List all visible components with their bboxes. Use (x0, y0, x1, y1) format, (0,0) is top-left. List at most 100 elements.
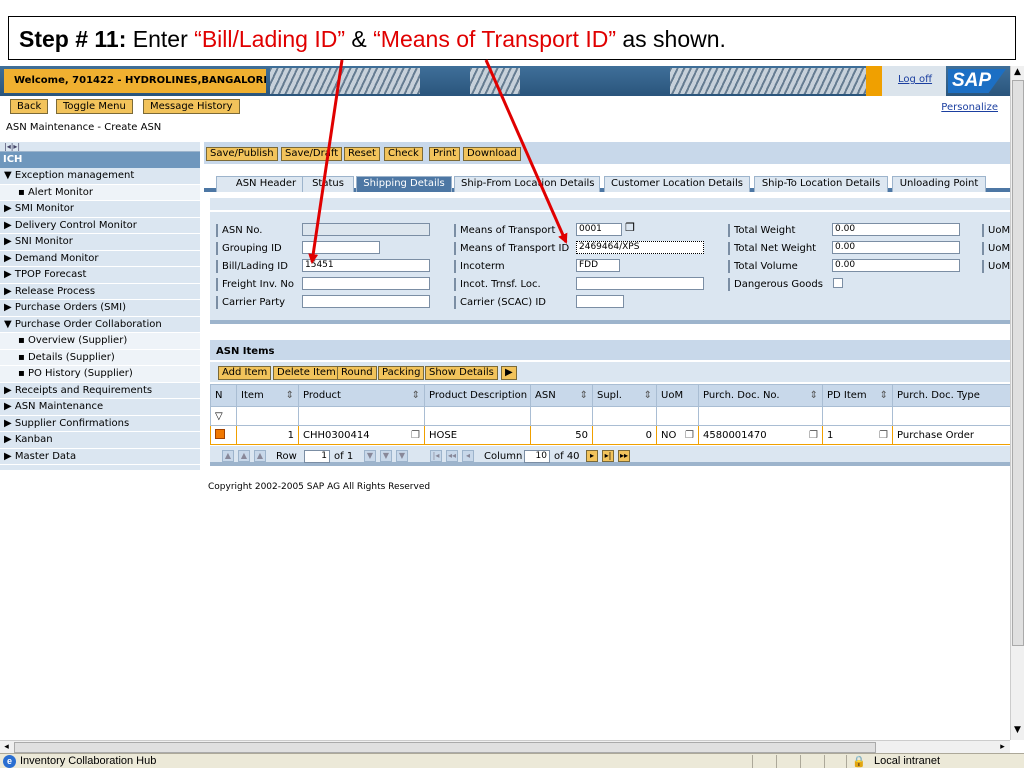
print-button[interactable]: Print (429, 147, 461, 161)
message-history-button[interactable]: Message History (143, 99, 240, 114)
cell-purch-doc-no[interactable]: 4580001470 ❐ (698, 425, 823, 445)
cell-uom[interactable]: NO ❐ (656, 425, 699, 445)
nav-item[interactable]: ▶ ASN Maintenance (0, 399, 200, 416)
personalize-link[interactable]: Personalize (941, 102, 998, 113)
sort-icon[interactable]: ⇕ (286, 390, 294, 401)
col-header-supl[interactable]: Supl. ⇕ (592, 384, 657, 407)
nav-item[interactable]: ▶ Demand Monitor (0, 251, 200, 267)
next-column-page-icon[interactable]: ▸| (602, 450, 614, 462)
prev-row-icon[interactable]: ▲ (254, 450, 266, 462)
tab-asn-header[interactable]: ASN Header (216, 176, 316, 192)
save-draft-button[interactable]: Save/Draft (281, 147, 343, 161)
total-volume-field[interactable]: 0.00 (832, 259, 960, 272)
sort-icon[interactable]: ⇕ (880, 390, 888, 401)
reset-button[interactable]: Reset (344, 147, 380, 161)
next-column-icon[interactable]: ▸ (586, 450, 598, 462)
filter-cell[interactable] (892, 406, 1011, 426)
means-of-transport-field[interactable]: 0001 (576, 223, 622, 236)
delete-item-button[interactable]: Delete Item (273, 366, 340, 380)
value-help-icon[interactable]: ❐ (809, 430, 818, 441)
nav-item[interactable]: ▪ Details (Supplier) (0, 349, 200, 366)
col-header-product[interactable]: Product ⇕ (298, 384, 425, 407)
table-row[interactable]: 1 CHH0300414 ❐ HOSE 50 0 NO ❐ 4580001470 ❐ … (210, 425, 1011, 445)
row-selector[interactable] (210, 425, 237, 445)
filter-cell[interactable] (424, 406, 531, 426)
scroll-thumb[interactable] (1012, 80, 1024, 646)
scroll-up-icon[interactable]: ▲ (1011, 66, 1024, 79)
bill-lading-id-field[interactable]: 15451 (302, 259, 430, 272)
filter-cell[interactable] (530, 406, 593, 426)
cell-asn-qty[interactable]: 50 (530, 425, 593, 445)
save-publish-button[interactable]: Save/Publish (206, 147, 278, 161)
filter-cell[interactable] (592, 406, 657, 426)
tab-status[interactable]: Status (302, 176, 354, 192)
cell-pd-item[interactable]: 1 ❐ (822, 425, 893, 445)
nav-item[interactable]: ▶ TPOP Forecast (0, 267, 200, 284)
tab-unloading-point[interactable]: Unloading Point (892, 176, 986, 192)
vertical-scrollbar[interactable]: ▲ ▼ (1010, 66, 1024, 740)
packing-button[interactable]: Packing (378, 366, 425, 380)
nav-item[interactable]: ▶ Purchase Orders (SMI) (0, 300, 200, 317)
means-of-transport-id-field[interactable]: 2469464/XPS (576, 241, 704, 254)
nav-item[interactable]: ▶ Receipts and Requirements (0, 383, 200, 399)
next-row-icon[interactable]: ▼ (364, 450, 376, 462)
value-help-icon[interactable]: ❐ (685, 430, 694, 441)
filter-cell[interactable] (822, 406, 893, 426)
carrier-party-field[interactable] (302, 295, 430, 308)
column-input[interactable]: 10 (524, 450, 550, 463)
next-page-icon[interactable]: ▼ (380, 450, 392, 462)
nav-item[interactable]: ▼ Exception management (0, 168, 200, 185)
last-row-icon[interactable]: ▼ (396, 450, 408, 462)
show-details-button[interactable]: Show Details (425, 366, 498, 380)
col-header-purch-doc-no[interactable]: Purch. Doc. No. ⇕ (698, 384, 823, 407)
col-header-item[interactable]: Item ⇕ (236, 384, 299, 407)
filter-cell[interactable] (298, 406, 425, 426)
col-header-pd-item[interactable]: PD Item ⇕ (822, 384, 893, 407)
value-help-icon[interactable]: ❐ (624, 222, 636, 235)
filter-icon[interactable]: ▽ (210, 406, 237, 426)
row-input[interactable]: 1 (304, 450, 330, 463)
logoff-link[interactable]: Log off (898, 74, 932, 85)
value-help-icon[interactable]: ❐ (411, 430, 420, 441)
col-header-asn[interactable]: ASN ⇕ (530, 384, 593, 407)
nav-item[interactable]: ▶ SMI Monitor (0, 201, 200, 218)
freight-inv-no-field[interactable] (302, 277, 430, 290)
first-row-icon[interactable]: ▲ (222, 450, 234, 462)
nav-item[interactable]: ▶ Kanban (0, 432, 200, 449)
nav-item[interactable]: ▶ SNI Monitor (0, 234, 200, 251)
back-button[interactable]: Back (10, 99, 49, 114)
nav-collapse-controls[interactable]: |◂|▸| (0, 142, 200, 152)
more-actions-icon[interactable]: ▶ (501, 366, 517, 380)
round-button[interactable]: Round (337, 366, 377, 380)
nav-item[interactable]: ▪ PO History (Supplier) (0, 366, 200, 383)
nav-item[interactable]: ▶ Supplier Confirmations (0, 416, 200, 432)
tab-customer-location[interactable]: Customer Location Details (604, 176, 750, 192)
nav-item[interactable]: ▪ Overview (Supplier) (0, 333, 200, 350)
horizontal-scrollbar[interactable]: ◂ ▸ (0, 740, 1010, 753)
sort-icon[interactable]: ⇕ (644, 390, 652, 401)
scroll-thumb[interactable] (14, 742, 876, 753)
check-button[interactable]: Check (384, 147, 423, 161)
prev-column-page-icon[interactable]: ◂◂ (446, 450, 458, 462)
first-column-icon[interactable]: |◂ (430, 450, 442, 462)
last-column-icon[interactable]: ▸▸ (618, 450, 630, 462)
sort-icon[interactable]: ⇕ (580, 390, 588, 401)
scroll-down-icon[interactable]: ▼ (1011, 724, 1024, 737)
carrier-scac-id-field[interactable] (576, 295, 624, 308)
add-item-button[interactable]: Add Item (218, 366, 272, 380)
filter-cell[interactable] (698, 406, 823, 426)
sort-icon[interactable]: ⇕ (810, 390, 818, 401)
toggle-menu-button[interactable]: Toggle Menu (56, 99, 133, 114)
nav-item[interactable]: ▶ Master Data (0, 449, 200, 465)
nav-item[interactable]: ▶ Release Process (0, 284, 200, 300)
dangerous-goods-checkbox[interactable] (833, 278, 843, 288)
grouping-id-field[interactable] (302, 241, 380, 254)
sort-icon[interactable]: ⇕ (412, 390, 420, 401)
total-weight-field[interactable]: 0.00 (832, 223, 960, 236)
tab-ship-from-location[interactable]: Ship-From Location Details (454, 176, 600, 192)
value-help-icon[interactable]: ❐ (879, 430, 888, 441)
download-button[interactable]: Download (463, 147, 521, 161)
tab-shipping-details[interactable]: Shipping Details (356, 176, 452, 192)
filter-cell[interactable] (236, 406, 299, 426)
prev-page-icon[interactable]: ▲ (238, 450, 250, 462)
